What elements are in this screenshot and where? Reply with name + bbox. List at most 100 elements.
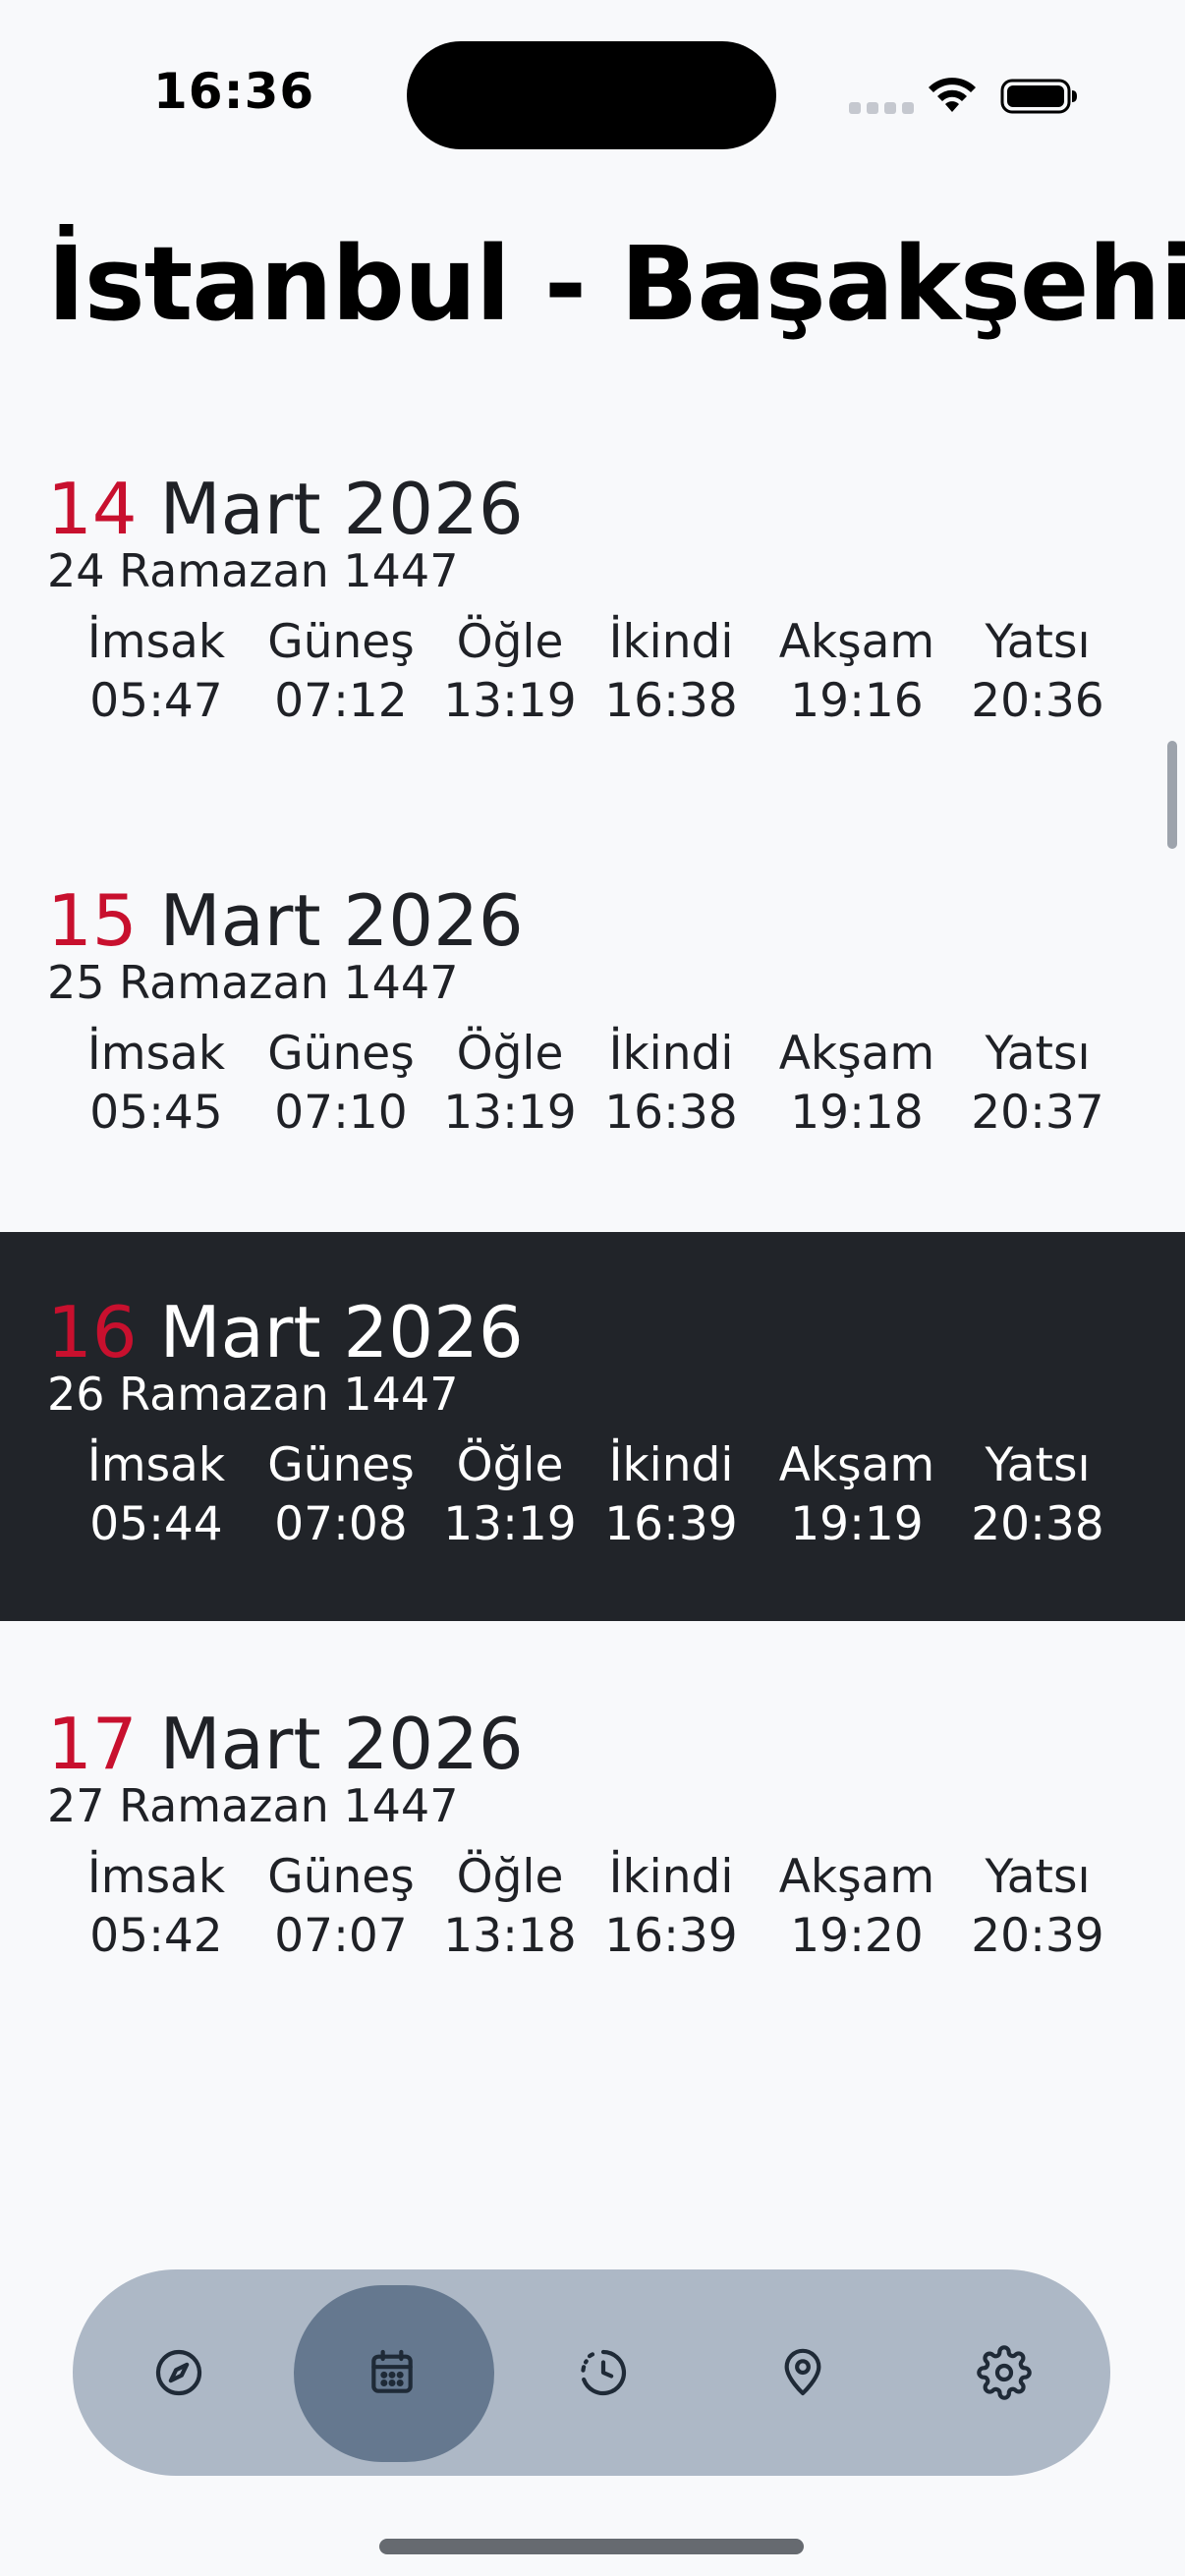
prayer-label: İmsak — [86, 1027, 226, 1081]
prayer-time: 05:45 — [89, 1086, 223, 1140]
prayer-label: Akşam — [778, 1027, 935, 1081]
prayer-time: 20:37 — [971, 1086, 1104, 1140]
hijri-date: 25 Ramazan 1447 — [47, 956, 459, 1009]
prayer-time: 13:18 — [443, 1909, 577, 1963]
location-pin-icon — [784, 2348, 821, 2396]
prayer-label: Öğle — [456, 1850, 564, 1904]
day-date: 16 Mart 2026 — [47, 1291, 524, 1373]
compass-icon — [155, 2349, 202, 2396]
day-number: 17 — [47, 1703, 138, 1785]
gear-icon — [977, 2345, 1032, 2400]
day-date: 15 Mart 2026 — [47, 879, 524, 962]
prayer-label: İmsak — [86, 1438, 226, 1492]
prayer-time: 16:39 — [604, 1909, 738, 1963]
prayer-time-gunes: Güneş 07:12 — [257, 613, 424, 731]
tab-calendar[interactable] — [294, 2269, 494, 2476]
prayer-time-aksam: Akşam 19:19 — [773, 1436, 940, 1554]
prayer-time: 07:07 — [274, 1909, 408, 1963]
day-row-selected[interactable]: 16 Mart 2026 26 Ramazan 1447 İmsak 05:44… — [0, 1232, 1185, 1621]
prayer-time: 19:16 — [790, 674, 924, 728]
day-month-year: Mart 2026 — [159, 879, 524, 962]
prayer-label: İmsak — [86, 1850, 226, 1904]
prayer-time: 19:18 — [790, 1086, 924, 1140]
scrollbar-thumb[interactable] — [1167, 741, 1177, 849]
dynamic-island — [407, 41, 776, 149]
prayer-time-aksam: Akşam 19:20 — [773, 1848, 940, 1966]
prayer-time-ikindi: İkindi 16:38 — [588, 1025, 755, 1143]
prayer-label: Akşam — [778, 1438, 935, 1492]
prayer-time-yatsi: Yatsı 20:37 — [954, 1025, 1121, 1143]
prayer-label: Yatsı — [985, 1027, 1091, 1081]
prayer-time: 05:47 — [89, 674, 223, 728]
prayer-time: 07:12 — [274, 674, 408, 728]
screen: 16:36 İstanbul - Başakşehir 14 Mart 2026… — [0, 0, 1185, 2576]
prayer-time-ikindi: İkindi 16:38 — [588, 613, 755, 731]
hijri-date: 26 Ramazan 1447 — [47, 1368, 459, 1421]
prayer-label: Güneş — [267, 1027, 415, 1081]
prayer-label: İmsak — [86, 615, 226, 669]
prayer-time-ikindi: İkindi 16:39 — [588, 1848, 755, 1966]
day-month-year: Mart 2026 — [159, 1291, 524, 1373]
prayer-time-ogle: Öğle 13:19 — [426, 613, 593, 731]
prayer-time-ogle: Öğle 13:18 — [426, 1848, 593, 1966]
prayer-time-gunes: Güneş 07:07 — [257, 1848, 424, 1966]
prayer-times-row: İmsak 05:47 Güneş 07:12 Öğle 13:19 İkind… — [61, 613, 1112, 741]
prayer-time-ogle: Öğle 13:19 — [426, 1025, 593, 1143]
prayer-time-ikindi: İkindi 16:39 — [588, 1436, 755, 1554]
prayer-time: 20:39 — [971, 1909, 1104, 1963]
day-row[interactable]: 17 Mart 2026 27 Ramazan 1447 İmsak 05:42… — [0, 1644, 1185, 2033]
prayer-time-yatsi: Yatsı 20:38 — [954, 1436, 1121, 1554]
prayer-label: Akşam — [778, 615, 935, 669]
prayer-time: 16:39 — [604, 1497, 738, 1551]
prayer-label: Öğle — [456, 1438, 564, 1492]
prayer-label: Yatsı — [985, 615, 1091, 669]
prayer-time: 07:08 — [274, 1497, 408, 1551]
tab-location[interactable] — [705, 2269, 901, 2476]
prayer-label: Yatsı — [985, 1850, 1091, 1904]
prayer-time-ogle: Öğle 13:19 — [426, 1436, 593, 1554]
prayer-label: Öğle — [456, 615, 564, 669]
prayer-time-aksam: Akşam 19:18 — [773, 1025, 940, 1143]
prayer-times-row: İmsak 05:42 Güneş 07:07 Öğle 13:18 İkind… — [61, 1848, 1112, 1976]
prayer-label: Güneş — [267, 615, 415, 669]
prayer-time: 20:36 — [971, 674, 1104, 728]
prayer-time: 20:38 — [971, 1497, 1104, 1551]
prayer-time: 13:19 — [443, 1086, 577, 1140]
day-row[interactable]: 15 Mart 2026 25 Ramazan 1447 İmsak 05:45… — [0, 820, 1185, 1209]
prayer-label: Güneş — [267, 1850, 415, 1904]
prayer-time: 05:44 — [89, 1497, 223, 1551]
prayer-times-row: İmsak 05:45 Güneş 07:10 Öğle 13:19 İkind… — [61, 1025, 1112, 1152]
wifi-icon — [929, 78, 976, 112]
day-month-year: Mart 2026 — [159, 468, 524, 550]
prayer-label: İkindi — [608, 1438, 734, 1492]
prayer-label: Yatsı — [985, 1438, 1091, 1492]
prayer-label: İkindi — [608, 1027, 734, 1081]
cellular-signal-icon — [849, 102, 914, 114]
prayer-label: İkindi — [608, 615, 734, 669]
prayer-time: 07:10 — [274, 1086, 408, 1140]
page-title: İstanbul - Başakşehir — [47, 224, 1185, 344]
prayer-time: 16:38 — [604, 674, 738, 728]
prayer-label: Akşam — [778, 1850, 935, 1904]
prayer-time-yatsi: Yatsı 20:36 — [954, 613, 1121, 731]
prayer-times-row: İmsak 05:44 Güneş 07:08 Öğle 13:19 İkind… — [61, 1436, 1112, 1564]
home-indicator[interactable] — [379, 2539, 804, 2554]
tab-prayer-times[interactable] — [505, 2269, 702, 2476]
prayer-time-imsak: İmsak 05:47 — [73, 613, 240, 731]
prayer-time: 13:19 — [443, 1497, 577, 1551]
prayer-label: Öğle — [456, 1027, 564, 1081]
status-bar-time: 16:36 — [153, 63, 315, 120]
prayer-label: Güneş — [267, 1438, 415, 1492]
prayer-label: İkindi — [608, 1850, 734, 1904]
day-number: 15 — [47, 879, 138, 962]
prayer-time-gunes: Güneş 07:08 — [257, 1436, 424, 1554]
day-row[interactable]: 14 Mart 2026 24 Ramazan 1447 İmsak 05:47… — [0, 409, 1185, 798]
tab-compass[interactable] — [81, 2269, 277, 2476]
prayer-time: 13:19 — [443, 674, 577, 728]
tab-settings[interactable] — [906, 2269, 1102, 2476]
bottom-tab-bar — [73, 2269, 1110, 2476]
prayer-time-aksam: Akşam 19:16 — [773, 613, 940, 731]
prayer-time: 19:19 — [790, 1497, 924, 1551]
clock-history-icon — [581, 2349, 627, 2396]
prayer-time-yatsi: Yatsı 20:39 — [954, 1848, 1121, 1966]
